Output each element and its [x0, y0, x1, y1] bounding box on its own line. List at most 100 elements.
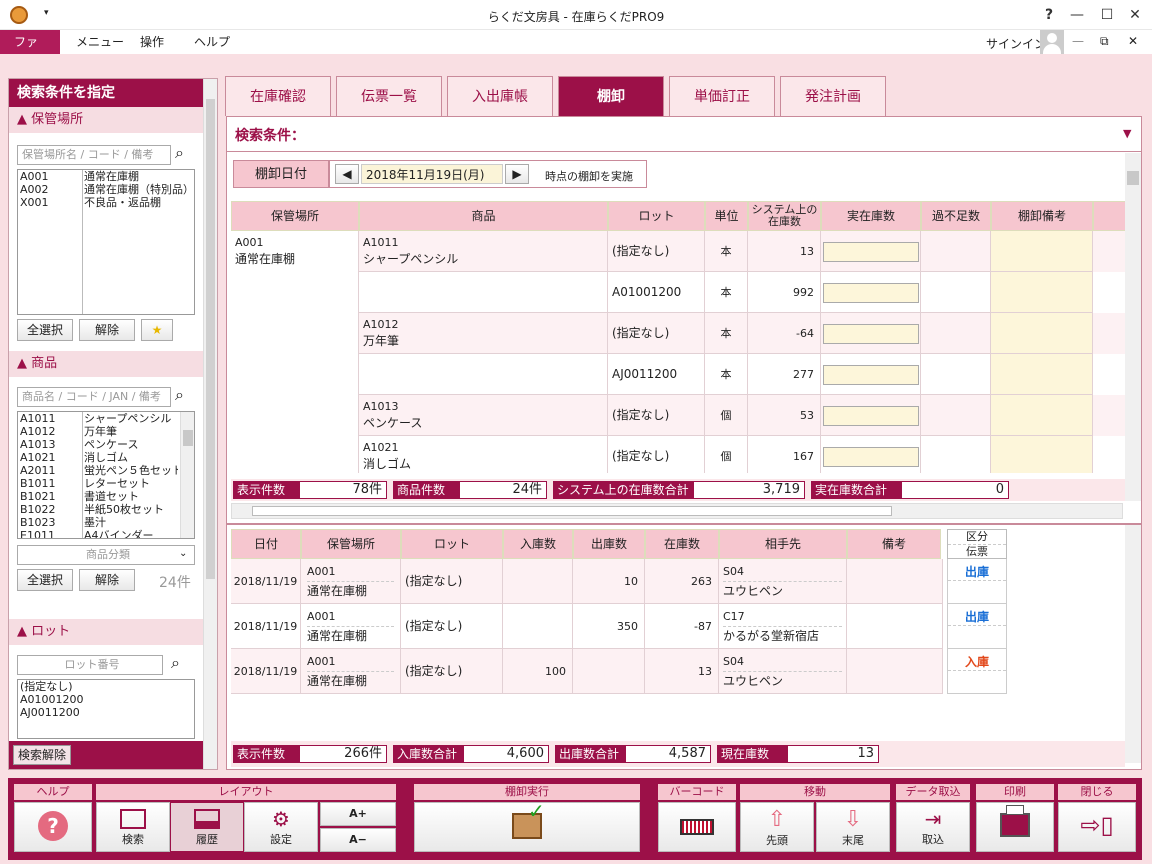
avatar[interactable] [1040, 30, 1064, 54]
list-item[interactable]: A1012 万年筆 [18, 425, 178, 438]
doc-close-icon[interactable]: ✕ [1128, 34, 1138, 48]
note-cell[interactable] [991, 395, 1093, 436]
list-item[interactable]: E1011 A4バインダー [18, 529, 178, 538]
tab-0[interactable]: 在庫確認 [225, 76, 331, 116]
note-cell[interactable] [991, 436, 1093, 473]
column-header[interactable]: 単位 [705, 201, 748, 231]
table-row[interactable]: A1013 ペンケース (指定なし) 個 53 [231, 395, 1125, 436]
list-item[interactable]: B1021 書道セット [18, 490, 178, 503]
column-header[interactable]: 実在庫数 [821, 201, 921, 231]
lot-search-input[interactable]: ロット番号 [17, 655, 163, 675]
column-header[interactable]: 商品 [359, 201, 608, 231]
date-value[interactable]: 2018年11月19日(月) [361, 164, 503, 184]
product-select-all-button[interactable]: 全選択 [17, 569, 73, 591]
close-button[interactable]: ⇨▯ [1058, 802, 1136, 852]
table-row[interactable]: A1012 万年筆 (指定なし) 本 -64 [231, 313, 1125, 354]
column-header[interactable]: システム上の在庫数 [748, 201, 821, 231]
table-row[interactable]: A01001200 本 992 [231, 272, 1125, 313]
search-icon[interactable]: ⌕ [175, 385, 184, 405]
history-kind[interactable]: 出庫 [947, 604, 1007, 649]
list-item[interactable]: B1011 レターセット [18, 477, 178, 490]
settings-button[interactable]: ⚙ 設定 [244, 802, 318, 852]
list-item[interactable]: A001 通常在庫棚 [18, 170, 194, 183]
layout-search-button[interactable]: 検索 [96, 802, 170, 852]
help-icon[interactable]: ? [1034, 4, 1064, 26]
column-header[interactable]: ロット [608, 201, 705, 231]
print-button[interactable] [976, 802, 1054, 852]
menu-operation[interactable]: 操作 [126, 30, 178, 54]
ribbon-minimize-icon[interactable]: — [1072, 34, 1084, 48]
storage-search-input[interactable]: 保管場所名 / コード / 備考 [17, 145, 171, 165]
product-search-input[interactable]: 商品名 / コード / JAN / 備考 [17, 387, 171, 407]
grid-vscrollbar[interactable] [1125, 153, 1141, 501]
product-list-scrollbar[interactable] [180, 412, 194, 538]
font-up-button[interactable]: A+ [320, 802, 396, 826]
next-date-button[interactable]: ▶ [505, 164, 529, 184]
column-header[interactable]: 保管場所 [231, 201, 359, 231]
history-column-header[interactable]: 相手先 [719, 529, 847, 559]
tab-3[interactable]: 棚卸 [558, 76, 664, 116]
list-item[interactable]: A2011 蛍光ペン５色セット [18, 464, 178, 477]
lot-section-header[interactable]: ▲ ロット [9, 619, 203, 645]
storage-clear-button[interactable]: 解除 [79, 319, 135, 341]
list-item[interactable]: X001 不良品・返品棚 [18, 196, 194, 209]
tab-4[interactable]: 単価訂正 [669, 76, 775, 116]
history-vscrollbar[interactable] [1125, 525, 1141, 763]
storage-section-header[interactable]: ▲ 保管場所 [9, 107, 217, 133]
actual-qty-input[interactable] [823, 283, 919, 303]
list-item[interactable]: (指定なし) [20, 680, 194, 693]
history-row[interactable]: 2018/11/19 A001 通常在庫棚 (指定なし) 350 -87 C17 かるがる堂新… [231, 604, 943, 649]
history-kind[interactable]: 入庫 [947, 649, 1007, 694]
lot-list[interactable]: (指定なし) A01001200 AJ0011200 [17, 679, 195, 739]
reset-search-button[interactable]: 検索解除 [13, 745, 72, 765]
import-button[interactable]: ⇥ 取込 [896, 802, 970, 852]
category-select[interactable]: 商品分類 [17, 545, 195, 565]
list-item[interactable]: B1022 半紙50枚セット [18, 503, 178, 516]
prev-date-button[interactable]: ◀ [335, 164, 359, 184]
restore-icon[interactable]: ⧉ [1100, 34, 1109, 49]
layout-history-button[interactable]: 履歴 [170, 802, 244, 852]
history-row[interactable]: 2018/11/19 A001 通常在庫棚 (指定なし) 10 263 S04 ユウヒペン [231, 559, 943, 604]
favorite-star-icon[interactable]: ★ [141, 319, 173, 341]
history-column-header[interactable]: 備考 [847, 529, 941, 559]
product-section-header[interactable]: ▲ 商品 [9, 351, 203, 377]
table-row[interactable]: AJ0011200 本 277 [231, 354, 1125, 395]
grid-hscrollbar[interactable] [231, 503, 1123, 519]
history-column-header[interactable]: 在庫数 [645, 529, 719, 559]
note-cell[interactable] [991, 313, 1093, 354]
first-button[interactable]: ⇧ 先頭 [740, 802, 814, 852]
actual-qty-input[interactable] [823, 365, 919, 385]
chevron-down-icon[interactable]: ▼ [1123, 127, 1131, 140]
history-column-header[interactable]: ロット [401, 529, 503, 559]
list-item[interactable]: A01001200 [20, 693, 194, 706]
product-list[interactable]: A1011 シャープペンシル A1012 万年筆 A1013 ペンケース A1021 消しゴム… [17, 411, 195, 539]
history-column-header[interactable]: 出庫数 [573, 529, 645, 559]
storage-select-all-button[interactable]: 全選択 [17, 319, 73, 341]
barcode-button[interactable] [658, 802, 736, 852]
list-item[interactable]: A002 通常在庫棚（特別品） [18, 183, 194, 196]
actual-qty-input[interactable] [823, 324, 919, 344]
list-item[interactable]: A1021 消しゴム [18, 451, 178, 464]
tab-1[interactable]: 伝票一覧 [336, 76, 442, 116]
note-cell[interactable] [991, 231, 1093, 272]
font-down-button[interactable]: A− [320, 828, 396, 852]
menu-file[interactable]: ファイル [0, 30, 60, 73]
actual-qty-input[interactable] [823, 242, 919, 262]
list-item[interactable]: AJ0011200 [20, 706, 194, 719]
actual-qty-input[interactable] [823, 447, 919, 467]
list-item[interactable]: A1013 ペンケース [18, 438, 178, 451]
tab-2[interactable]: 入出庫帳 [447, 76, 553, 116]
signin-link[interactable]: サインイン [986, 35, 1046, 52]
list-item[interactable]: B1023 墨汁 [18, 516, 178, 529]
tab-5[interactable]: 発注計画 [780, 76, 886, 116]
search-icon[interactable]: ⌕ [175, 143, 184, 163]
storage-list[interactable]: A001 通常在庫棚 A002 通常在庫棚（特別品） X001 不良品・返品棚 [17, 169, 195, 315]
list-item[interactable]: A1011 シャープペンシル [18, 412, 178, 425]
table-row[interactable]: A1021 消しゴム (指定なし) 個 167 [231, 436, 1125, 473]
last-button[interactable]: ⇩ 末尾 [816, 802, 890, 852]
table-row[interactable]: A001 通常在庫棚 A1011 シャープペンシル (指定なし) 本 13 [231, 231, 1125, 272]
history-column-header[interactable]: 保管場所 [301, 529, 401, 559]
note-cell[interactable] [991, 272, 1093, 313]
search-icon[interactable]: ⌕ [171, 653, 180, 673]
maximize-icon[interactable]: ☐ [1092, 4, 1122, 26]
